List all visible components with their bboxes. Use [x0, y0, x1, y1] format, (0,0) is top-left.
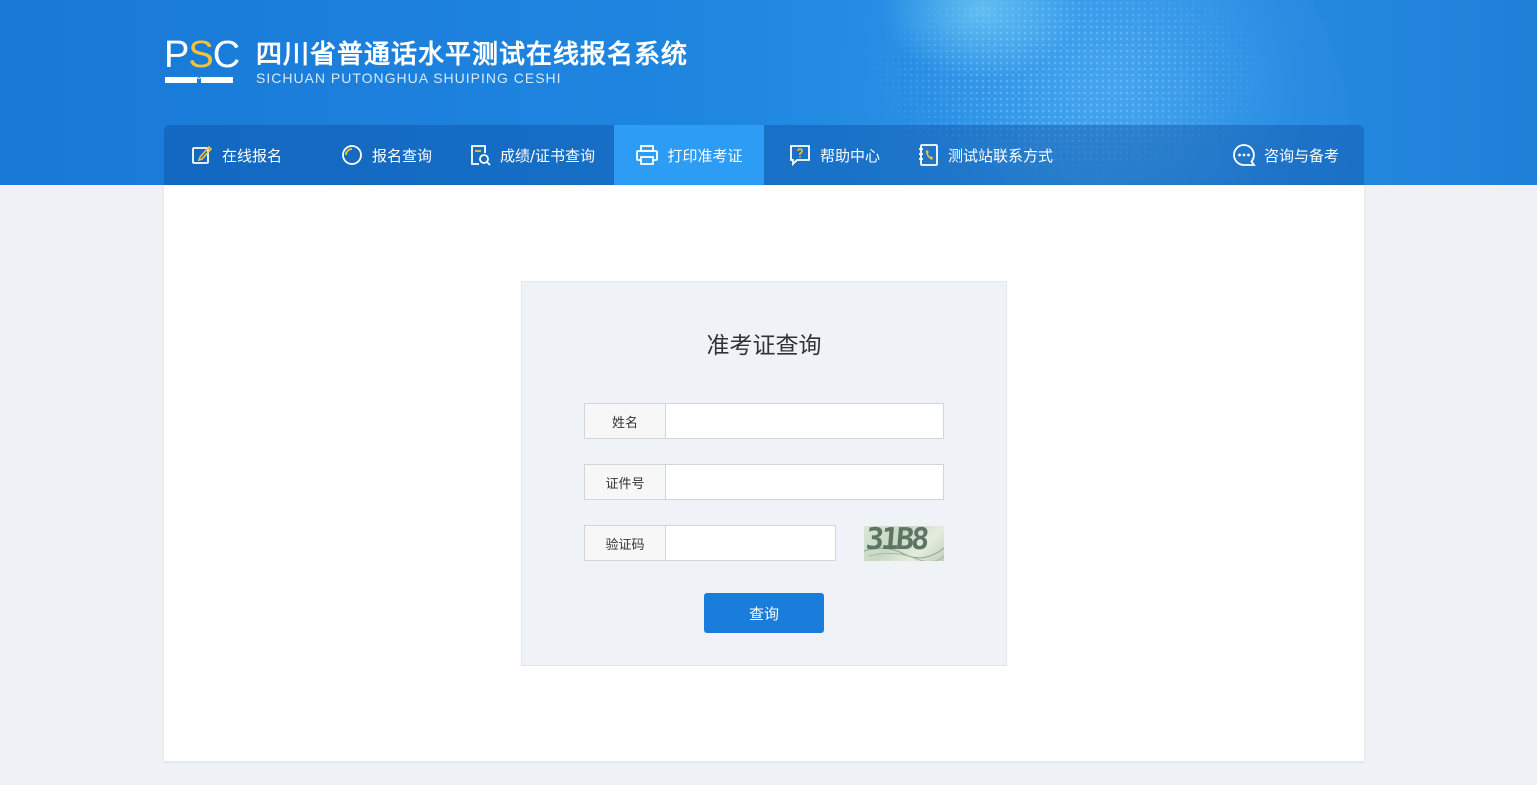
captcha-field: 验证码	[584, 525, 836, 561]
header-banner: PSC 四川省普通话水平测试在线报名系统 SICHUAN PUTONGHUA S…	[0, 0, 1537, 185]
nav-item-print-admission-ticket[interactable]: 打印准考证	[614, 125, 764, 185]
form-title: 准考证查询	[706, 333, 822, 359]
site-title: 四川省普通话水平测试在线报名系统	[256, 40, 689, 70]
nav-item-score-certificate-query[interactable]: 成绩/证书查询	[460, 125, 612, 185]
nav-label: 成绩/证书查询	[500, 146, 596, 165]
captcha-text: 31B8	[864, 526, 928, 557]
nav-item-online-registration[interactable]: 在线报名	[182, 125, 310, 185]
light-glow	[880, 0, 1080, 80]
name-input[interactable]	[666, 403, 944, 439]
main-nav: 在线报名 报名查询 成绩/证书查询 打印准考证 帮助中心 测试站联系方式 咨询与…	[164, 125, 1364, 185]
nav-item-consultation-preparation[interactable]: 咨询与备考	[1224, 125, 1354, 185]
name-label: 姓名	[584, 403, 666, 439]
id-number-label: 证件号	[584, 464, 666, 500]
printer-icon	[636, 145, 659, 165]
help-icon	[790, 145, 810, 167]
nav-item-help-center[interactable]: 帮助中心	[780, 125, 900, 185]
document-search-icon	[471, 145, 491, 166]
site-logo[interactable]: PSC	[164, 34, 240, 86]
nav-item-registration-query[interactable]: 报名查询	[332, 125, 448, 185]
nav-label: 帮助中心	[820, 146, 881, 165]
site-subtitle: SICHUAN PUTONGHUA SHUIPING CESHI	[256, 70, 562, 86]
search-circle-icon	[342, 145, 362, 165]
captcha-image[interactable]: 31B8	[864, 526, 944, 561]
edit-icon	[192, 145, 213, 164]
admission-ticket-query-card: 准考证查询 姓名 证件号 验证码 31B8 查询	[521, 281, 1007, 666]
book-icon	[165, 76, 233, 83]
query-button[interactable]: 查询	[704, 593, 824, 633]
nav-label: 报名查询	[372, 146, 433, 165]
nav-label: 打印准考证	[667, 146, 743, 165]
captcha-input[interactable]	[666, 525, 836, 561]
id-number-field: 证件号	[584, 464, 944, 500]
captcha-label: 验证码	[584, 525, 666, 561]
chat-icon	[1233, 144, 1256, 166]
nav-label: 在线报名	[222, 146, 283, 165]
nav-label: 咨询与备考	[1264, 146, 1340, 165]
main-content: 准考证查询 姓名 证件号 验证码 31B8 查询	[164, 185, 1364, 761]
id-number-input[interactable]	[666, 464, 944, 500]
nav-label: 测试站联系方式	[948, 146, 1054, 165]
name-field: 姓名	[584, 403, 944, 439]
nav-item-test-station-contacts[interactable]: 测试站联系方式	[908, 125, 1068, 185]
phone-book-icon	[919, 144, 938, 166]
logo-letters: PSC	[164, 34, 240, 76]
